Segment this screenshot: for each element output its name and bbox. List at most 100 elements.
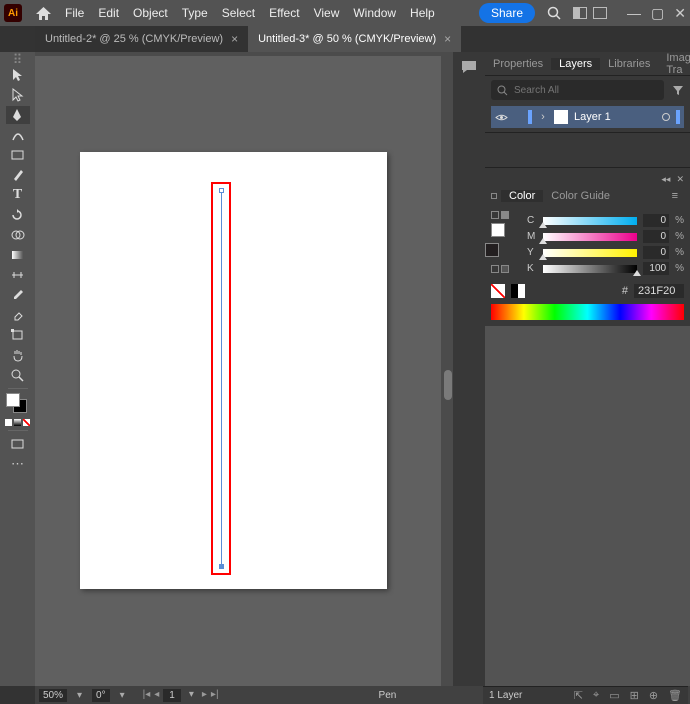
panel-grip-icon[interactable] bbox=[491, 193, 497, 199]
panel-tab-image-trace[interactable]: Image Tra bbox=[658, 52, 690, 76]
direct-selection-tool[interactable] bbox=[6, 86, 30, 104]
artboard-number-input[interactable]: 1 bbox=[163, 689, 181, 702]
prev-artboard-icon[interactable]: ◂ bbox=[154, 689, 159, 702]
delete-layer-icon[interactable]: 🗑 bbox=[668, 689, 682, 702]
color-spectrum[interactable] bbox=[491, 304, 684, 320]
formats-icon[interactable] bbox=[491, 265, 499, 273]
color-mode-icons[interactable] bbox=[5, 419, 30, 426]
menu-file[interactable]: File bbox=[65, 6, 84, 20]
width-tool[interactable] bbox=[6, 266, 30, 284]
document-tab-1[interactable]: Untitled-2* @ 25 % (CMYK/Preview) × bbox=[35, 26, 248, 52]
vertical-scrollbar[interactable] bbox=[441, 52, 453, 686]
rotate-tool[interactable] bbox=[6, 206, 30, 224]
menu-select[interactable]: Select bbox=[222, 6, 255, 20]
yellow-slider[interactable] bbox=[543, 249, 637, 257]
anchor-point-bottom[interactable] bbox=[219, 564, 224, 569]
screen-mode-icon[interactable] bbox=[6, 435, 30, 453]
target-icon[interactable] bbox=[662, 113, 670, 121]
home-icon[interactable] bbox=[36, 7, 51, 20]
color-tab-color[interactable]: Color bbox=[501, 190, 543, 202]
close-icon[interactable]: ✕ bbox=[674, 5, 686, 22]
anchor-point-top[interactable] bbox=[219, 188, 224, 193]
layer-row[interactable]: › Layer 1 bbox=[491, 106, 684, 128]
document-tab-2[interactable]: Untitled-3* @ 50 % (CMYK/Preview) × bbox=[248, 26, 461, 52]
cyan-slider[interactable] bbox=[543, 217, 637, 225]
visibility-icon[interactable] bbox=[495, 113, 508, 122]
panel-tab-layers[interactable]: Layers bbox=[551, 58, 600, 70]
zoom-tool[interactable] bbox=[6, 366, 30, 384]
scrollbar-thumb[interactable] bbox=[444, 370, 452, 400]
path-segment[interactable] bbox=[221, 190, 222, 567]
hex-input[interactable]: 231F20 bbox=[634, 284, 684, 298]
black-value[interactable]: 100 bbox=[643, 262, 669, 275]
zoom-value[interactable]: 50% bbox=[39, 689, 67, 702]
first-artboard-icon[interactable]: |◂ bbox=[143, 689, 151, 702]
hand-tool[interactable] bbox=[6, 346, 30, 364]
yellow-value[interactable]: 0 bbox=[643, 246, 669, 259]
close-panel-icon[interactable]: ✕ bbox=[676, 174, 684, 185]
paintbrush-tool[interactable] bbox=[6, 166, 30, 184]
menu-effect[interactable]: Effect bbox=[269, 6, 299, 20]
fill-stroke-toggle[interactable] bbox=[501, 211, 509, 219]
bw-swatch[interactable] bbox=[511, 284, 525, 298]
tab-close-icon[interactable]: × bbox=[444, 32, 451, 46]
layer-search-input[interactable] bbox=[514, 85, 658, 96]
panel-menu-icon[interactable]: ≡ bbox=[672, 190, 684, 202]
curvature-tool[interactable] bbox=[6, 126, 30, 144]
menu-window[interactable]: Window bbox=[353, 6, 396, 20]
eyedropper-tool[interactable] bbox=[6, 286, 30, 304]
color-tab-guide[interactable]: Color Guide bbox=[543, 190, 618, 202]
menu-type[interactable]: Type bbox=[182, 6, 208, 20]
collapse-icon[interactable]: ◂◂ bbox=[661, 174, 670, 185]
new-sublayer-icon[interactable]: ⊞ bbox=[630, 689, 639, 702]
next-artboard-icon[interactable]: ▸ bbox=[202, 689, 207, 702]
share-button[interactable]: Share bbox=[479, 3, 535, 23]
selection-tool[interactable] bbox=[6, 66, 30, 84]
search-icon[interactable] bbox=[547, 6, 561, 20]
rotation-value[interactable]: 0° bbox=[92, 689, 110, 702]
stroke-swatch[interactable] bbox=[485, 243, 499, 257]
layer-name-label[interactable]: Layer 1 bbox=[574, 111, 656, 123]
rotation-dropdown-icon[interactable]: ▾ bbox=[116, 690, 129, 701]
artboard-tool[interactable] bbox=[6, 326, 30, 344]
type-tool[interactable]: T bbox=[6, 186, 30, 204]
filter-icon[interactable] bbox=[668, 85, 684, 96]
toolbar-grip-icon[interactable]: ⠿ bbox=[6, 56, 30, 64]
comments-icon[interactable] bbox=[461, 60, 477, 74]
menu-view[interactable]: View bbox=[314, 6, 340, 20]
last-artboard-icon[interactable]: ▸| bbox=[211, 689, 219, 702]
rectangle-tool[interactable] bbox=[6, 146, 30, 164]
eraser-tool[interactable] bbox=[6, 306, 30, 324]
expand-icon[interactable]: › bbox=[538, 111, 548, 123]
export-icon[interactable]: ⇱ bbox=[574, 689, 583, 702]
panel-tab-properties[interactable]: Properties bbox=[485, 58, 551, 70]
artboard[interactable] bbox=[80, 152, 387, 589]
canvas[interactable] bbox=[35, 52, 453, 686]
black-slider[interactable] bbox=[543, 265, 637, 273]
fill-stroke-swatches[interactable] bbox=[6, 393, 30, 417]
artboard-dropdown-icon[interactable]: ▾ bbox=[185, 689, 198, 702]
none-swatch[interactable] bbox=[491, 284, 505, 298]
zoom-dropdown-icon[interactable]: ▾ bbox=[73, 690, 86, 701]
menu-object[interactable]: Object bbox=[133, 6, 168, 20]
gradient-tool[interactable] bbox=[6, 246, 30, 264]
locate-icon[interactable]: ⌖ bbox=[593, 689, 599, 702]
fill-swatch[interactable] bbox=[491, 223, 505, 237]
shape-builder-tool[interactable] bbox=[6, 226, 30, 244]
layers-status-bar: 1 Layer ⇱ ⌖ ▭ ⊞ ⊕ 🗑 bbox=[483, 686, 688, 704]
workspace-switcher-icon[interactable] bbox=[593, 7, 607, 19]
panel-tab-libraries[interactable]: Libraries bbox=[600, 58, 658, 70]
new-layer-icon[interactable]: ⊕ bbox=[649, 689, 658, 702]
minimize-icon[interactable]: — bbox=[627, 5, 641, 22]
arrange-documents-icon[interactable] bbox=[573, 7, 587, 19]
edit-toolbar-icon[interactable]: ⋯ bbox=[6, 455, 30, 473]
menu-help[interactable]: Help bbox=[410, 6, 435, 20]
magenta-value[interactable]: 0 bbox=[643, 230, 669, 243]
tab-close-icon[interactable]: × bbox=[231, 32, 238, 46]
clip-mask-icon[interactable]: ▭ bbox=[609, 689, 619, 702]
maximize-icon[interactable]: ▢ bbox=[651, 5, 664, 22]
pen-tool[interactable] bbox=[6, 106, 30, 124]
cyan-value[interactable]: 0 bbox=[643, 214, 669, 227]
menu-edit[interactable]: Edit bbox=[98, 6, 119, 20]
magenta-slider[interactable] bbox=[543, 233, 637, 241]
